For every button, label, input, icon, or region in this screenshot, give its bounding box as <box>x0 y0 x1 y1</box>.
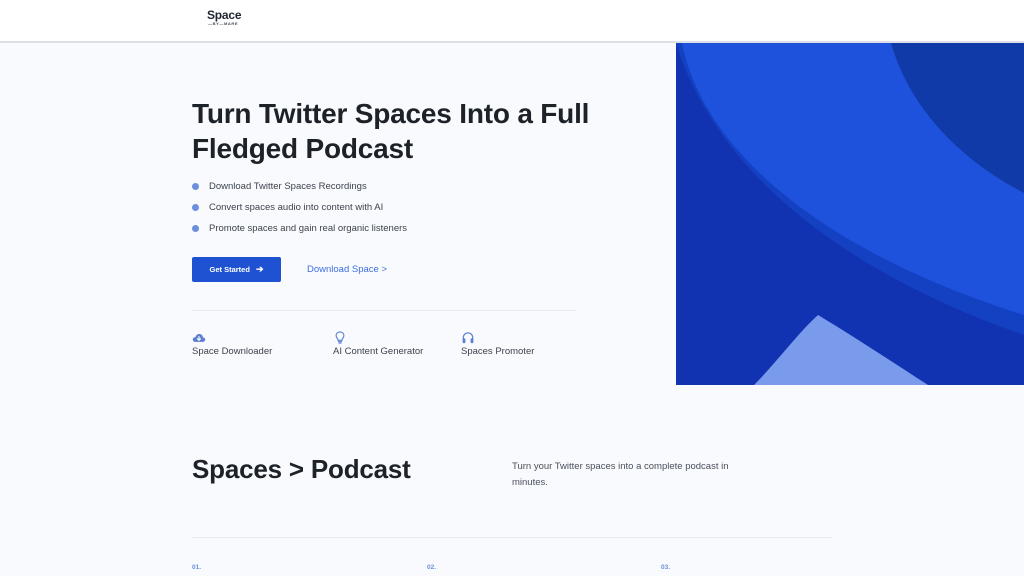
bullet-text: Promote spaces and gain real organic lis… <box>209 223 408 234</box>
headphones-icon <box>462 332 474 344</box>
bullet-dot <box>192 225 199 232</box>
download-space-link[interactable]: Download Space > <box>307 264 387 275</box>
section-description: Turn your Twitter spaces into a complete… <box>512 461 729 488</box>
cloud-download-icon <box>192 334 206 342</box>
brand-logo[interactable]: Space —BY—MARE <box>207 8 242 26</box>
hero-illustration <box>676 43 1024 385</box>
bullet-item: Promote spaces and gain real organic lis… <box>192 222 407 243</box>
bullet-text: Convert spaces audio into content with A… <box>209 202 384 213</box>
feature-bullet-list: Download Twitter Spaces Recordings Conve… <box>192 180 407 243</box>
hero-title: Turn Twitter Spaces Into a Full Fledged … <box>192 98 590 164</box>
hero-divider <box>192 310 576 311</box>
bullet-dot <box>192 204 199 211</box>
step-number: 03. <box>661 564 671 571</box>
bullet-item: Download Twitter Spaces Recordings <box>192 180 407 201</box>
feature-label: Spaces Promoter <box>461 346 535 357</box>
feature-ai-content-generator[interactable]: AI Content Generator <box>333 331 423 357</box>
feature-label: Space Downloader <box>192 346 273 357</box>
logo-subtext: —BY—MARE <box>208 21 239 26</box>
get-started-button[interactable]: Get Started ➔ <box>192 257 281 282</box>
step-number: 01. <box>192 564 202 571</box>
section-title: Spaces > Podcast <box>192 454 411 484</box>
bullet-text: Download Twitter Spaces Recordings <box>209 181 367 192</box>
bullet-dot <box>192 183 199 190</box>
section-divider <box>192 537 832 538</box>
bullet-item: Convert spaces audio into content with A… <box>192 201 407 222</box>
step-number: 02. <box>427 564 437 571</box>
feature-space-downloader[interactable]: Space Downloader <box>192 331 272 357</box>
feature-label: AI Content Generator <box>333 346 424 357</box>
top-navbar: Space —BY—MARE <box>0 0 1024 43</box>
arrow-right-icon: ➔ <box>255 264 264 274</box>
feature-spaces-promoter[interactable]: Spaces Promoter <box>461 331 534 357</box>
lightbulb-icon <box>335 331 345 344</box>
get-started-label: Get Started <box>209 265 250 274</box>
logo-text: Space <box>207 8 242 22</box>
abstract-shapes-graphic <box>676 43 1024 385</box>
